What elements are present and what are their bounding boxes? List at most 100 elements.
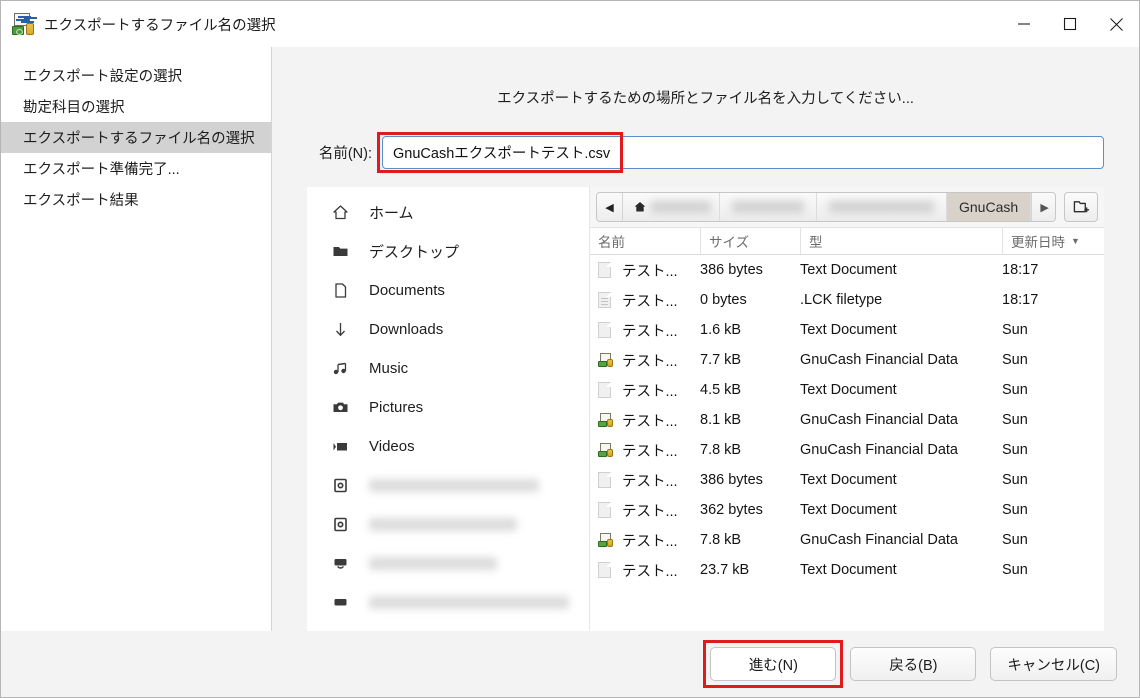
drive-icon — [327, 516, 353, 533]
place-item-music[interactable]: Music — [307, 349, 589, 388]
folder-icon — [327, 243, 353, 260]
breadcrumb-scroll-left-button[interactable]: ◀ — [597, 193, 623, 221]
sidebar-item-label: 勘定科目の選択 — [23, 100, 125, 116]
breadcrumb-scroll-right-button[interactable]: ▶ — [1031, 193, 1055, 221]
place-item-network-1[interactable] — [307, 544, 589, 583]
file-modified: Sun — [1002, 352, 1028, 368]
back-button[interactable]: 戻る(B) — [850, 647, 977, 681]
file-name: テスト... — [622, 563, 678, 580]
sidebar-item-export-ready[interactable]: エクスポート準備完了... — [1, 153, 271, 184]
file-list-header: 名前 サイズ 型 更新日時 ▼ — [590, 228, 1104, 255]
place-item-desktop[interactable]: デスクトップ — [307, 232, 589, 271]
file-name: テスト... — [622, 263, 678, 280]
breadcrumb-item-label — [829, 201, 934, 213]
maximize-button[interactable] — [1047, 1, 1093, 47]
sidebar-item-label: エクスポートするファイル名の選択 — [23, 131, 255, 147]
place-item-label — [369, 518, 517, 531]
text-document-icon — [598, 262, 615, 278]
table-row[interactable]: テスト... 386 bytes Text Document Sun — [590, 465, 1104, 495]
breadcrumb-item-2[interactable] — [720, 193, 817, 221]
minimize-button[interactable] — [1001, 1, 1047, 47]
gnucash-file-icon — [598, 533, 615, 547]
table-row[interactable]: テスト... 0 bytes .LCK filetype 18:17 — [590, 285, 1104, 315]
network-drive-icon — [327, 594, 353, 611]
new-folder-icon — [1073, 201, 1089, 213]
text-document-icon — [598, 382, 615, 398]
place-item-pictures[interactable]: Pictures — [307, 388, 589, 427]
filename-row: 名前(N): GnuCashエクスポートテスト.csv — [272, 114, 1139, 173]
next-button[interactable]: 進む(N) — [710, 647, 837, 681]
dialog-body: エクスポート設定の選択 勘定科目の選択 エクスポートするファイル名の選択 エクス… — [1, 47, 1139, 631]
column-header-size[interactable]: サイズ — [700, 228, 800, 254]
file-modified: Sun — [1002, 322, 1028, 338]
file-name: テスト... — [622, 413, 678, 430]
camera-icon — [327, 399, 353, 416]
cancel-button[interactable]: キャンセル(C) — [990, 647, 1117, 681]
sidebar-item-select-accounts[interactable]: 勘定科目の選択 — [1, 91, 271, 122]
table-row[interactable]: テスト... 23.7 kB Text Document Sun — [590, 555, 1104, 585]
column-header-modified[interactable]: 更新日時 ▼ — [1002, 228, 1104, 254]
place-item-videos[interactable]: Videos — [307, 427, 589, 466]
file-modified: Sun — [1002, 382, 1028, 398]
music-note-icon — [327, 360, 353, 377]
new-folder-button[interactable] — [1064, 192, 1098, 222]
table-row[interactable]: テスト... 386 bytes Text Document 18:17 — [590, 255, 1104, 285]
column-header-label: 型 — [809, 235, 823, 250]
column-header-name[interactable]: 名前 — [590, 228, 700, 254]
file-modified: 18:17 — [1002, 262, 1039, 278]
place-item-documents[interactable]: Documents — [307, 271, 589, 310]
place-item-home[interactable]: ホーム — [307, 193, 589, 232]
file-size: 0 bytes — [700, 292, 747, 308]
sidebar-item-select-filename[interactable]: エクスポートするファイル名の選択 — [1, 122, 271, 153]
place-item-label — [369, 479, 539, 492]
place-item-drive-1[interactable] — [307, 466, 589, 505]
sidebar-item-label: エクスポート準備完了... — [23, 162, 180, 178]
place-item-network-2[interactable] — [307, 583, 589, 622]
breadcrumb-item-3[interactable] — [817, 193, 947, 221]
gnucash-file-icon — [598, 443, 615, 457]
file-chooser: ホーム デスクトップ Documents Downloads Music Pic… — [307, 187, 1104, 631]
file-modified: Sun — [1002, 472, 1028, 488]
breadcrumb-item-gnucash[interactable]: GnuCash — [947, 193, 1032, 221]
file-modified: Sun — [1002, 532, 1028, 548]
table-row[interactable]: テスト... 7.8 kB GnuCash Financial Data Sun — [590, 435, 1104, 465]
download-arrow-icon — [327, 321, 353, 338]
sidebar-item-export-settings[interactable]: エクスポート設定の選択 — [1, 60, 271, 91]
breadcrumb-item-label — [732, 201, 804, 213]
file-name: テスト... — [622, 443, 678, 460]
place-item-label — [369, 557, 497, 570]
place-item-label: Pictures — [369, 399, 424, 416]
breadcrumb-item-home[interactable] — [623, 193, 720, 221]
file-type: Text Document — [800, 502, 897, 518]
filename-input-wrapper: GnuCashエクスポートテスト.csv — [377, 132, 1104, 173]
table-row[interactable]: テスト... 4.5 kB Text Document Sun — [590, 375, 1104, 405]
text-document-icon — [598, 502, 615, 518]
filename-label: 名前(N): — [318, 146, 372, 162]
table-row[interactable]: テスト... 7.7 kB GnuCash Financial Data Sun — [590, 345, 1104, 375]
table-row[interactable]: テスト... 362 bytes Text Document Sun — [590, 495, 1104, 525]
place-item-label: ホーム — [369, 205, 414, 222]
gnucash-file-icon — [598, 353, 615, 367]
filename-input[interactable]: GnuCashエクスポートテスト.csv — [382, 136, 1104, 169]
place-item-downloads[interactable]: Downloads — [307, 310, 589, 349]
column-header-type[interactable]: 型 — [800, 228, 1002, 254]
gnucash-file-icon — [598, 413, 615, 427]
file-type: GnuCash Financial Data — [800, 532, 958, 548]
breadcrumb-item-label — [651, 201, 711, 213]
file-type: Text Document — [800, 262, 897, 278]
table-row[interactable]: テスト... 8.1 kB GnuCash Financial Data Sun — [590, 405, 1104, 435]
sidebar-item-label: エクスポート結果 — [23, 193, 139, 209]
place-item-drive-2[interactable] — [307, 505, 589, 544]
close-button[interactable] — [1093, 1, 1139, 47]
table-row[interactable]: テスト... 7.8 kB GnuCash Financial Data Sun — [590, 525, 1104, 555]
home-icon — [633, 200, 647, 214]
file-name: テスト... — [622, 383, 678, 400]
video-icon — [327, 438, 353, 455]
file-size: 362 bytes — [700, 502, 763, 518]
close-icon — [1109, 17, 1123, 31]
sidebar-item-export-result[interactable]: エクスポート結果 — [1, 184, 271, 215]
file-size: 7.7 kB — [700, 352, 742, 368]
file-name: テスト... — [622, 353, 678, 370]
table-row[interactable]: テスト... 1.6 kB Text Document Sun — [590, 315, 1104, 345]
file-list[interactable]: テスト... 386 bytes Text Document 18:17 テスト… — [590, 255, 1104, 631]
